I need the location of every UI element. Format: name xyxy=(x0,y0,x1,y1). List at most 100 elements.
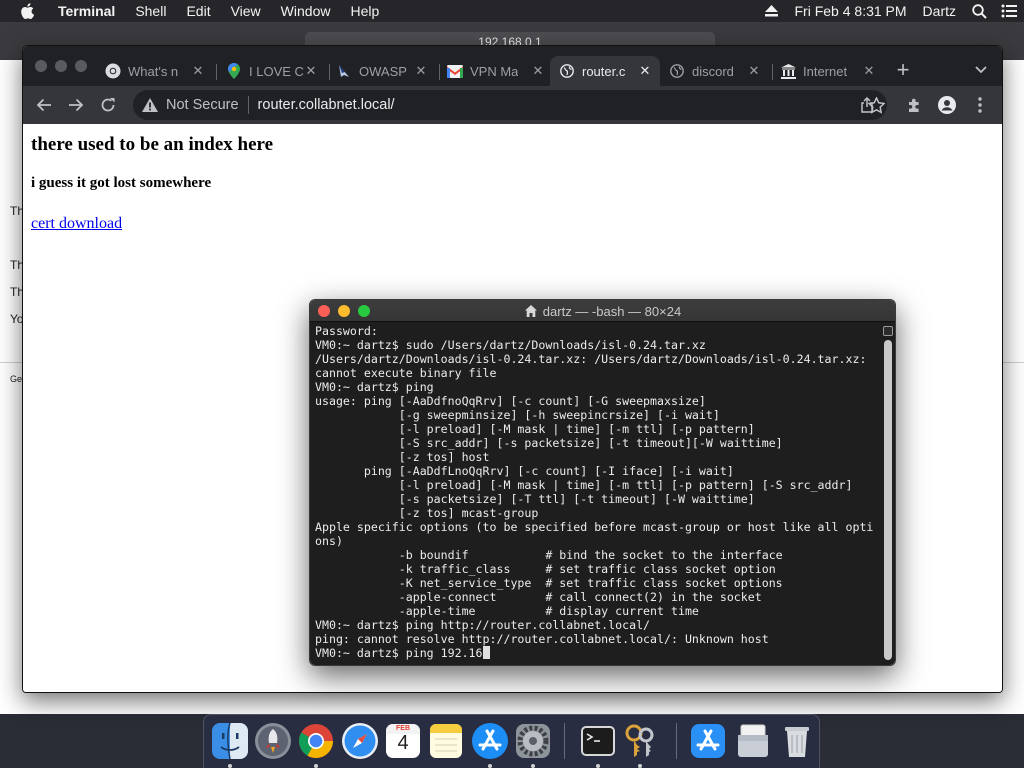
running-indicator xyxy=(488,764,492,768)
terminal-window[interactable]: dartz — -bash — 80×24 Password: VM0:~ da… xyxy=(309,299,896,666)
omnibox-divider xyxy=(247,96,249,114)
home-icon xyxy=(524,304,538,318)
tab-i-love[interactable]: I LOVE C ✕ xyxy=(226,56,326,86)
close-tab-icon[interactable]: ✕ xyxy=(414,64,428,78)
tab-separator xyxy=(329,64,330,80)
tab-whats-new[interactable]: What's n ✕ xyxy=(105,56,213,86)
tab-discord[interactable]: discord ✕ xyxy=(669,56,769,86)
terminal-line: [-l preload] [-M mask | time] [-m ttl] [… xyxy=(398,422,755,436)
close-tab-icon[interactable]: ✕ xyxy=(531,64,545,78)
terminal-output[interactable]: Password: VM0:~ dartz$ sudo /Users/dartz… xyxy=(310,322,895,665)
chrome-icon[interactable] xyxy=(296,721,336,761)
new-tab-plus-icon[interactable]: + xyxy=(893,59,913,81)
eject-icon[interactable] xyxy=(757,0,787,22)
close-tab-icon[interactable]: ✕ xyxy=(862,64,876,78)
app-store-download-icon[interactable] xyxy=(688,721,728,761)
calendar-icon[interactable]: FEB 4 xyxy=(383,721,423,761)
control-center-icon[interactable] xyxy=(994,0,1024,22)
system-preferences-icon[interactable] xyxy=(513,721,553,761)
not-secure-label[interactable]: Not Secure xyxy=(166,97,239,113)
omnibox[interactable]: Not Secure router.collabnet.local/ xyxy=(133,90,887,120)
terminal-line: -b boundif # bind the socket to the inte… xyxy=(398,548,783,562)
zoom-window-button[interactable] xyxy=(75,60,87,72)
terminal-line: [-l preload] [-M mask | time] [-m ttl] [… xyxy=(398,478,853,492)
more-menu-icon[interactable] xyxy=(971,96,989,114)
dock-divider xyxy=(676,723,677,759)
terminal-line: [-z tos] mcast-group xyxy=(398,506,539,520)
text-cursor xyxy=(482,646,490,659)
background-text: Ge xyxy=(10,374,23,384)
app-menu-terminal[interactable]: Terminal xyxy=(48,0,125,22)
terminal-line: ping: cannot resolve http://router.colla… xyxy=(315,632,769,646)
tab-owasp[interactable]: OWASP ✕ xyxy=(336,56,436,86)
running-indicator xyxy=(638,764,642,768)
menu-help[interactable]: Help xyxy=(340,0,389,22)
close-tab-icon[interactable]: ✕ xyxy=(304,64,318,78)
terminal-text[interactable]: Password: VM0:~ dartz$ sudo /Users/dartz… xyxy=(315,324,873,660)
tab-title: VPN Ma xyxy=(470,63,519,79)
terminal-line: VM0:~ dartz$ ping http://router.collabne… xyxy=(315,618,651,632)
bookmark-star-icon[interactable] xyxy=(867,96,885,114)
menu-edit[interactable]: Edit xyxy=(176,0,220,22)
tab-router-active[interactable]: router.c ✕ xyxy=(550,56,660,86)
apple-menu-icon[interactable] xyxy=(20,3,36,19)
launchpad-icon[interactable] xyxy=(253,721,293,761)
terminal-current-command[interactable]: VM0:~ dartz$ ping 192.16 xyxy=(315,646,483,660)
menubar-user[interactable]: Dartz xyxy=(915,0,964,22)
terminal-line: -apple-time # display current time xyxy=(398,604,699,618)
tab-vpn[interactable]: VPN Ma ✕ xyxy=(447,56,553,86)
close-tab-icon[interactable]: ✕ xyxy=(747,64,761,78)
tab-title: OWASP xyxy=(359,63,407,79)
terminal-line: [-z tos] host xyxy=(398,450,490,464)
cert-download-link[interactable]: cert download xyxy=(31,215,122,233)
extensions-puzzle-icon[interactable] xyxy=(906,96,924,114)
tab-separator xyxy=(439,64,440,80)
documents-folder-icon[interactable] xyxy=(733,721,773,761)
back-arrow-icon[interactable] xyxy=(34,95,54,115)
tab-separator xyxy=(216,64,217,80)
globe-icon xyxy=(559,63,575,79)
close-tab-icon[interactable]: ✕ xyxy=(191,64,205,78)
close-tab-icon[interactable]: ✕ xyxy=(638,64,652,78)
tab-internet[interactable]: Internet ✕ xyxy=(780,56,884,86)
tab-title: discord xyxy=(692,63,734,79)
spotlight-search-icon[interactable] xyxy=(964,0,994,22)
reload-icon[interactable] xyxy=(98,95,118,115)
url-text[interactable]: router.collabnet.local/ xyxy=(258,97,395,113)
app-store-icon[interactable] xyxy=(470,721,510,761)
menu-view[interactable]: View xyxy=(221,0,271,22)
calendar-month: FEB xyxy=(396,725,410,732)
terminal-line: Apple specific options (to be specified … xyxy=(315,520,874,534)
running-indicator xyxy=(228,764,232,768)
menu-shell[interactable]: Shell xyxy=(125,0,176,22)
notes-icon[interactable] xyxy=(426,721,466,761)
maps-pin-icon xyxy=(226,63,242,79)
minimize-window-button[interactable] xyxy=(55,60,67,72)
dock: FEB 4 xyxy=(203,714,820,768)
terminal-icon[interactable] xyxy=(578,721,618,761)
page-heading: there used to be an index here xyxy=(31,134,274,155)
tab-search-chevron-down-icon[interactable] xyxy=(973,61,989,77)
menu-window[interactable]: Window xyxy=(271,0,341,22)
terminal-line: usage: ping [-AaDdfnoQqRrv] [-c count] [… xyxy=(315,394,706,408)
safari-icon[interactable] xyxy=(340,721,380,761)
forward-arrow-icon[interactable] xyxy=(66,95,86,115)
finder-icon[interactable] xyxy=(210,721,250,761)
trash-icon[interactable] xyxy=(777,721,817,761)
menubar-clock[interactable]: Fri Feb 4 8:31 PM xyxy=(787,0,915,22)
warning-triangle-icon[interactable] xyxy=(142,97,158,113)
browser-toolbar: Not Secure router.collabnet.local/ xyxy=(23,86,1002,124)
close-window-button[interactable] xyxy=(35,60,47,72)
scroll-button[interactable] xyxy=(883,326,893,336)
profile-avatar-icon[interactable] xyxy=(938,96,956,114)
owasp-icon xyxy=(336,63,352,79)
terminal-line: [-g sweepminsize] [-h sweepincrsize] [-i… xyxy=(398,408,720,422)
calendar-day: 4 xyxy=(397,732,409,754)
terminal-history: Password: VM0:~ dartz$ sudo /Users/dartz… xyxy=(315,324,873,646)
scrollbar-thumb[interactable] xyxy=(884,340,892,660)
terminal-scrollbar[interactable] xyxy=(883,326,893,662)
keychain-icon[interactable] xyxy=(620,721,660,761)
terminal-line: [-S src_addr] [-s packetsize] [-t timeou… xyxy=(398,436,783,450)
building-icon xyxy=(780,63,796,79)
terminal-title: dartz — -bash — 80×24 xyxy=(310,300,895,322)
